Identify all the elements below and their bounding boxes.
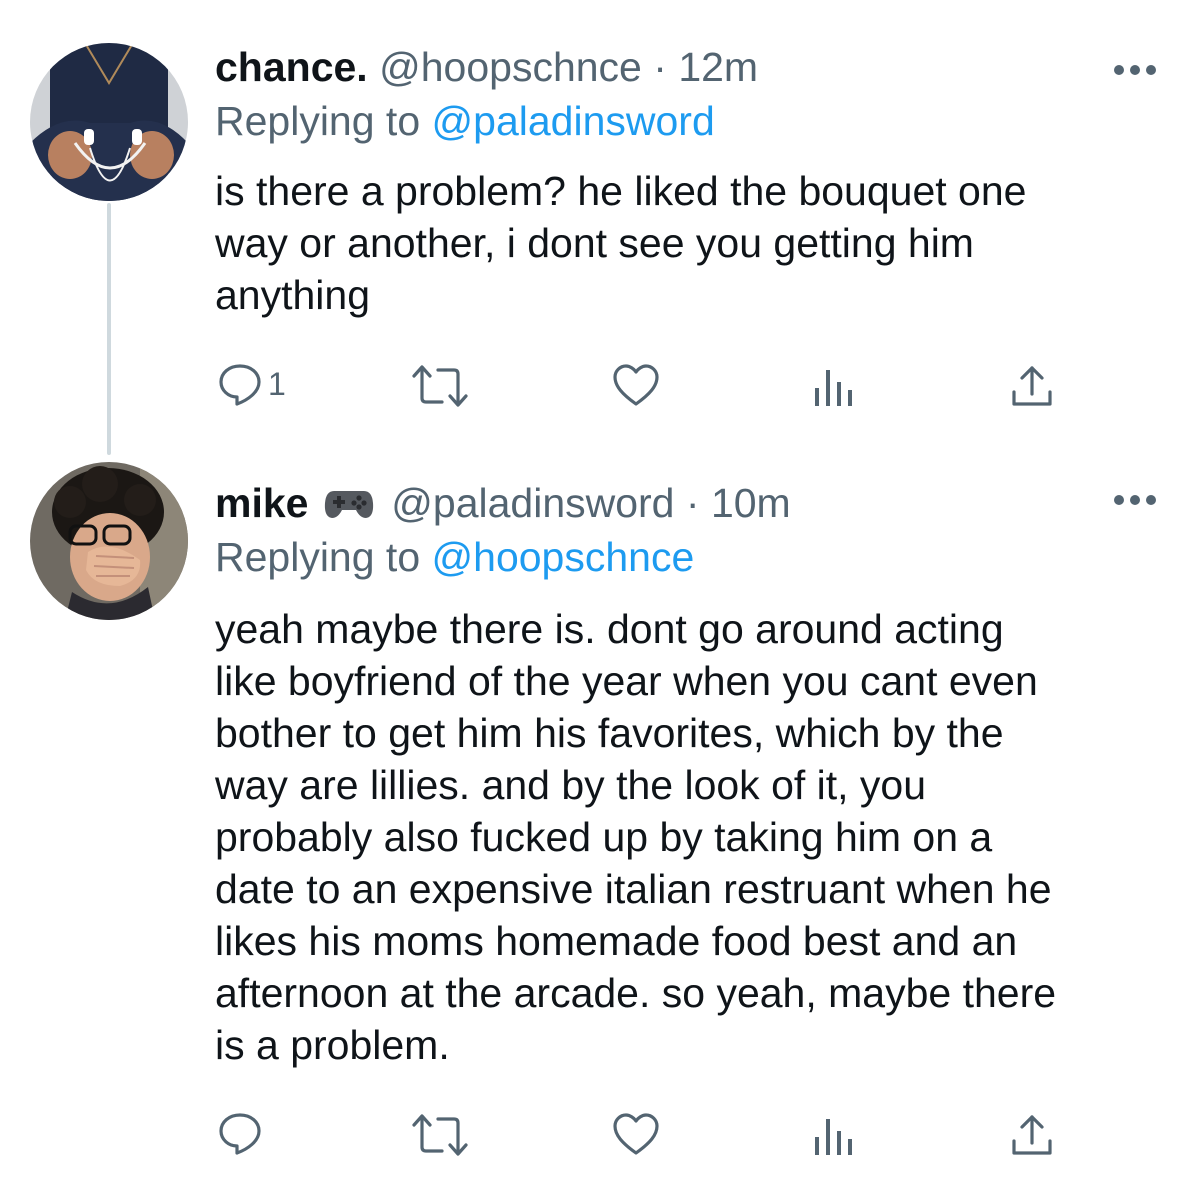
video-game-controller-icon <box>324 491 373 518</box>
retweet-icon <box>412 365 468 407</box>
like-button[interactable] <box>612 362 660 410</box>
analytics-button[interactable] <box>809 362 857 410</box>
reply-button[interactable]: 1 <box>216 360 286 408</box>
avatar[interactable] <box>30 462 188 620</box>
reply-button[interactable] <box>216 1109 268 1157</box>
share-button[interactable] <box>1008 1111 1056 1159</box>
thread-connector-line <box>107 203 111 455</box>
user-handle[interactable]: @paladinsword <box>391 480 674 526</box>
user-handle[interactable]: @hoopschnce <box>379 44 642 90</box>
avatar[interactable] <box>30 43 188 201</box>
avatar-photo <box>30 462 188 620</box>
display-name[interactable]: mike <box>215 480 308 526</box>
separator: · <box>685 480 700 526</box>
replying-to: Replying to @paladinsword <box>215 97 715 145</box>
timestamp[interactable]: 10m <box>711 480 791 526</box>
retweet-button[interactable] <box>412 1111 468 1159</box>
retweet-icon <box>412 1114 468 1156</box>
separator: · <box>653 44 667 90</box>
more-options-icon[interactable] <box>1112 60 1158 80</box>
replying-to-link[interactable]: @paladinsword <box>432 98 715 144</box>
avatar-photo <box>30 43 188 201</box>
display-name[interactable]: chance. <box>215 44 368 90</box>
analytics-button[interactable] <box>809 1111 857 1159</box>
reply-icon <box>219 1113 261 1155</box>
tweet-text: yeah maybe there is. dont go around acti… <box>215 606 1057 1068</box>
like-button[interactable] <box>612 1111 660 1159</box>
tweet-header: chance. @hoopschnce · 12m <box>215 43 758 91</box>
like-icon <box>613 1113 659 1155</box>
reply-icon <box>219 364 261 406</box>
analytics-icon <box>815 370 852 406</box>
tweet-text: is there a problem? he liked the bouquet… <box>215 168 1027 318</box>
share-button[interactable] <box>1008 362 1056 410</box>
share-icon <box>1012 1115 1052 1155</box>
replying-to-link[interactable]: @hoopschnce <box>432 534 695 580</box>
replying-prefix: Replying to <box>215 98 421 144</box>
retweet-button[interactable] <box>412 362 468 410</box>
more-options-icon[interactable] <box>1112 490 1158 510</box>
reply-count: 1 <box>268 365 286 402</box>
replying-to: Replying to @hoopschnce <box>215 533 694 581</box>
share-icon <box>1012 366 1052 406</box>
replying-prefix: Replying to <box>215 534 421 580</box>
timestamp[interactable]: 12m <box>678 44 758 90</box>
like-icon <box>613 364 659 406</box>
tweet-header: mike @paladinsword · 10m <box>215 479 791 527</box>
analytics-icon <box>815 1119 852 1155</box>
